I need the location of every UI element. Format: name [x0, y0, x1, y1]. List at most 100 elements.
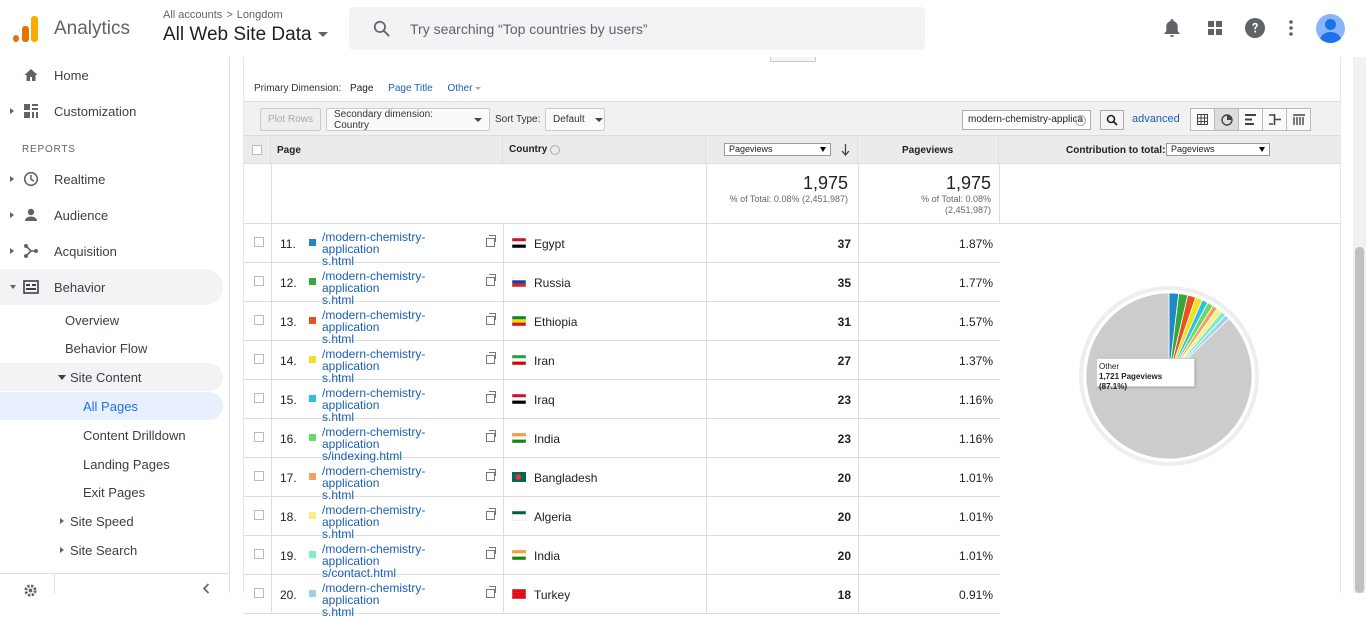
- secondary-dimension-select[interactable]: Secondary dimension: Country: [326, 108, 490, 131]
- select-all-cell: [244, 136, 271, 163]
- clear-icon[interactable]: ×: [1075, 115, 1086, 126]
- sidebar-item-overview[interactable]: Overview: [0, 306, 223, 334]
- country-column-header[interactable]: Country: [503, 136, 706, 163]
- page-path-line-1: /modern-chemistry-application: [322, 230, 426, 256]
- metric-select[interactable]: Pageviews: [724, 143, 831, 156]
- table-view-button[interactable]: [1190, 108, 1215, 131]
- page-link[interactable]: /modern-chemistry-application s/contact.h…: [322, 543, 482, 579]
- row-checkbox[interactable]: [254, 588, 264, 598]
- info-icon[interactable]: [550, 145, 560, 155]
- sidebar-item-behavior[interactable]: Behavior: [0, 269, 223, 305]
- col-divider: [706, 575, 707, 613]
- sidebar-item-site-content[interactable]: Site Content: [0, 363, 223, 391]
- help-icon[interactable]: [1243, 16, 1267, 40]
- breadcrumb[interactable]: All accounts > Longdom: [163, 9, 283, 21]
- property-selector[interactable]: All Web Site Data: [163, 24, 328, 46]
- sidebar-item-home[interactable]: Home: [0, 57, 223, 93]
- open-external-icon[interactable]: [486, 274, 496, 286]
- collapse-handle[interactable]: [770, 57, 816, 62]
- notifications-bell-icon[interactable]: [1160, 16, 1184, 40]
- property-name: All Web Site Data: [163, 24, 312, 45]
- col-divider: [706, 302, 707, 340]
- filter-search-button[interactable]: [1100, 110, 1124, 130]
- page-link[interactable]: /modern-chemistry-application s.html: [322, 387, 482, 423]
- search-bar[interactable]: [349, 7, 925, 50]
- select-all-checkbox[interactable]: [252, 145, 262, 155]
- breadcrumb-accounts[interactable]: All accounts: [163, 9, 222, 21]
- user-avatar[interactable]: [1316, 14, 1345, 43]
- analytics-logo-icon[interactable]: [13, 16, 39, 42]
- row-checkbox[interactable]: [254, 510, 264, 520]
- open-external-icon[interactable]: [486, 391, 496, 403]
- sort-arrow-down-icon[interactable]: [841, 144, 850, 156]
- search-icon: [373, 20, 390, 37]
- row-checkbox[interactable]: [254, 237, 264, 247]
- page-link[interactable]: /modern-chemistry-application s.html: [322, 270, 482, 306]
- page-link[interactable]: /modern-chemistry-application s.html: [322, 231, 482, 267]
- chevron-right-icon: [60, 518, 64, 524]
- row-checkbox[interactable]: [254, 432, 264, 442]
- scrollbar-thumb[interactable]: [1355, 247, 1364, 593]
- sidebar-item-exit-pages[interactable]: Exit Pages: [0, 478, 223, 506]
- sidebar-item-audience[interactable]: Audience: [0, 197, 223, 233]
- sidebar-item-acquisition[interactable]: Acquisition: [0, 233, 223, 269]
- row-checkbox[interactable]: [254, 393, 264, 403]
- open-external-icon[interactable]: [486, 586, 496, 598]
- page-link[interactable]: /modern-chemistry-application s.html: [322, 504, 482, 540]
- performance-view-button[interactable]: [1238, 108, 1263, 131]
- sidebar-item-site-search[interactable]: Site Search: [0, 536, 223, 564]
- page-link[interactable]: /modern-chemistry-application s.html: [322, 348, 482, 384]
- plot-rows-button[interactable]: Plot Rows: [260, 108, 322, 131]
- page-link[interactable]: /modern-chemistry-application s.html: [322, 582, 482, 618]
- open-external-icon[interactable]: [486, 352, 496, 364]
- sidebar-item-all-pages[interactable]: All Pages: [0, 392, 223, 420]
- row-checkbox[interactable]: [254, 276, 264, 286]
- pageviews-value: 27: [837, 354, 851, 368]
- sort-type-select[interactable]: Default: [545, 108, 605, 131]
- row-checkbox[interactable]: [254, 549, 264, 559]
- open-external-icon[interactable]: [486, 313, 496, 325]
- breadcrumb-account[interactable]: Longdom: [237, 9, 283, 21]
- row-checkbox[interactable]: [254, 354, 264, 364]
- advanced-filter-link[interactable]: advanced: [1132, 113, 1180, 125]
- collapse-chevron-left-icon[interactable]: [202, 583, 210, 594]
- open-external-icon[interactable]: [486, 235, 496, 247]
- col-divider: [271, 380, 272, 418]
- contribution-select[interactable]: Pageviews: [1166, 143, 1270, 156]
- apps-grid-icon[interactable]: [1203, 16, 1227, 40]
- more-vert-icon[interactable]: [1279, 16, 1303, 40]
- filter-value: modern-chemistry-applica: [968, 114, 1084, 125]
- open-external-icon[interactable]: [486, 547, 496, 559]
- behavior-icon: [23, 280, 39, 294]
- primary-dimension-other[interactable]: Other: [447, 83, 482, 94]
- sidebar-item-content-drilldown[interactable]: Content Drilldown: [0, 421, 223, 449]
- page-link[interactable]: /modern-chemistry-application s.html: [322, 309, 482, 345]
- open-external-icon[interactable]: [486, 508, 496, 520]
- row-checkbox[interactable]: [254, 471, 264, 481]
- pivot-view-button[interactable]: [1286, 108, 1311, 131]
- open-external-icon[interactable]: [486, 469, 496, 481]
- col-divider: [503, 263, 504, 301]
- contribution-select-value: Pageviews: [1171, 144, 1215, 154]
- sidebar-item-site-speed[interactable]: Site Speed: [0, 507, 223, 535]
- row-checkbox[interactable]: [254, 315, 264, 325]
- sidebar-item-realtime[interactable]: Realtime: [0, 161, 223, 197]
- sidebar-item-customization[interactable]: Customization: [0, 93, 223, 129]
- page-column-header[interactable]: Page: [271, 136, 503, 163]
- search-input[interactable]: [410, 19, 890, 39]
- country-name: India: [534, 432, 561, 446]
- totals-row: 1,975 % of Total: 0.08% (2,451,987) 1,97…: [244, 164, 1341, 224]
- primary-dimension-page-title[interactable]: Page Title: [388, 83, 432, 94]
- filter-input[interactable]: modern-chemistry-applica ×: [962, 110, 1091, 130]
- open-external-icon[interactable]: [486, 430, 496, 442]
- percentage-view-button[interactable]: [1214, 108, 1239, 131]
- flag-icon: [512, 550, 526, 560]
- sidebar-item-landing-pages[interactable]: Landing Pages: [0, 450, 223, 478]
- sidebar-item-behavior-flow[interactable]: Behavior Flow: [0, 334, 223, 362]
- country-name: Algeria: [534, 510, 572, 524]
- page-scrollbar[interactable]: [1353, 57, 1366, 593]
- page-link[interactable]: /modern-chemistry-application s/indexing.…: [322, 426, 482, 462]
- gear-icon[interactable]: [23, 583, 38, 598]
- page-link[interactable]: /modern-chemistry-application s.html: [322, 465, 482, 501]
- comparison-view-button[interactable]: [1262, 108, 1287, 131]
